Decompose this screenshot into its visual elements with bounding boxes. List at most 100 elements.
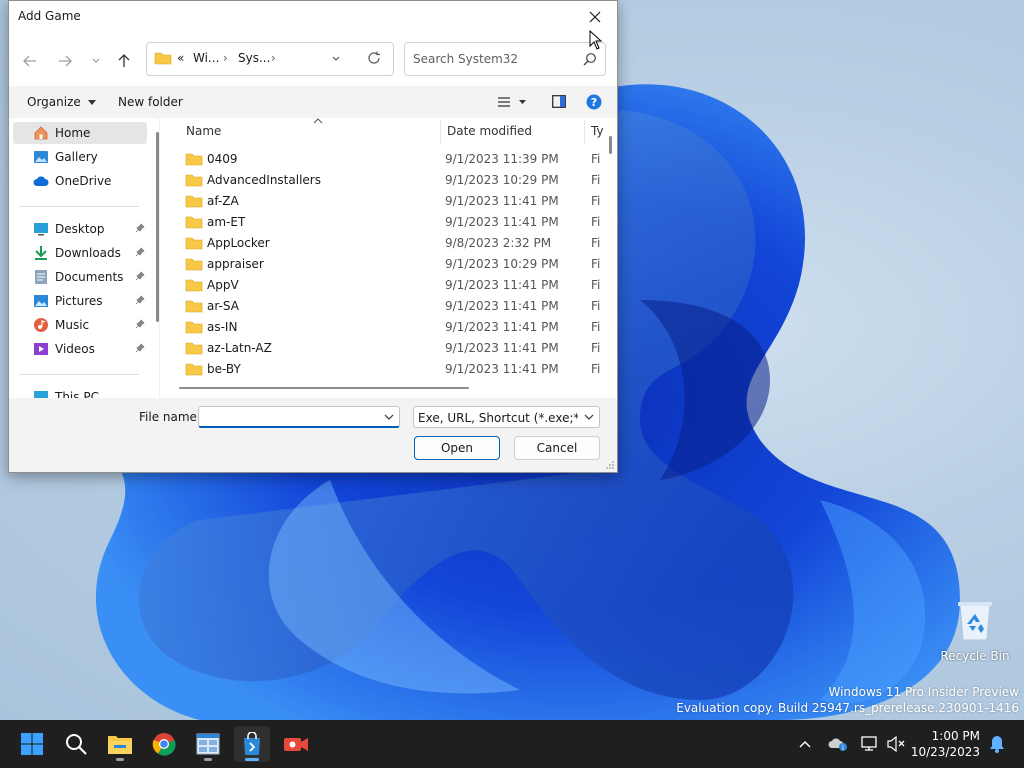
column-header-date-modified[interactable]: Date modified xyxy=(447,124,532,138)
taskbar-chrome[interactable] xyxy=(146,726,182,762)
close-icon xyxy=(589,11,601,22)
pin-icon[interactable] xyxy=(135,343,145,353)
address-overflow[interactable]: « xyxy=(177,51,184,65)
address-history-chevron-icon[interactable] xyxy=(331,54,341,64)
start-button[interactable] xyxy=(14,726,50,762)
cancel-button[interactable]: Cancel xyxy=(514,436,600,460)
recycle-bin-shortcut[interactable]: Recycle Bin xyxy=(938,596,1012,663)
pin-icon[interactable] xyxy=(135,295,145,305)
pin-icon[interactable] xyxy=(135,247,145,257)
pin-icon[interactable] xyxy=(135,223,145,233)
nav-label-videos: Videos xyxy=(55,342,95,356)
file-row[interactable]: az-Latn-AZ 9/1/2023 11:41 PM Fi xyxy=(183,338,603,359)
help-icon[interactable]: ? xyxy=(586,94,602,110)
resize-grip-icon[interactable] xyxy=(605,460,615,470)
taskbar-game-store[interactable] xyxy=(234,726,270,762)
file-list-scrollbar[interactable] xyxy=(609,136,612,154)
horizontal-scrollbar[interactable] xyxy=(179,387,469,389)
file-name-label: File name: xyxy=(139,410,201,424)
nav-item-downloads[interactable]: Downloads xyxy=(13,242,147,264)
view-options-icon[interactable] xyxy=(497,96,527,108)
preview-pane-icon[interactable] xyxy=(552,95,566,108)
open-button[interactable]: Open xyxy=(414,436,500,460)
nav-item-pictures[interactable]: Pictures xyxy=(13,290,147,312)
file-row[interactable]: AdvancedInstallers 9/1/2023 10:29 PM Fi xyxy=(183,170,603,191)
command-bar: Organize New folder ? xyxy=(9,86,617,118)
nav-item-desktop[interactable]: Desktop xyxy=(13,218,147,240)
breadcrumb-separator-end[interactable]: › xyxy=(271,51,276,65)
column-header-name[interactable]: Name xyxy=(186,124,221,138)
nav-separator xyxy=(19,374,139,375)
dialog-body: Home Gallery OneDrive Desktop Downloads xyxy=(9,118,617,398)
app-window-icon xyxy=(196,733,220,755)
onedrive-icon xyxy=(33,173,49,189)
file-row[interactable]: appraiser 9/1/2023 10:29 PM Fi xyxy=(183,254,603,275)
file-name: 0409 xyxy=(207,152,238,166)
refresh-icon[interactable] xyxy=(367,51,381,65)
tray-onedrive[interactable]: i xyxy=(826,720,850,768)
file-row[interactable]: af-ZA 9/1/2023 11:41 PM Fi xyxy=(183,191,603,212)
sort-ascending-icon xyxy=(313,118,323,124)
nav-item-home[interactable]: Home xyxy=(13,122,147,144)
folder-icon xyxy=(185,363,203,376)
tray-volume[interactable] xyxy=(884,720,908,768)
nav-separator xyxy=(19,206,139,207)
address-segment-system32[interactable]: Sys... xyxy=(238,51,270,65)
folder-icon xyxy=(185,153,203,166)
forward-button[interactable] xyxy=(54,50,76,72)
recent-locations-button[interactable] xyxy=(85,50,107,72)
music-icon xyxy=(33,317,49,333)
taskbar-file-explorer[interactable] xyxy=(102,726,138,762)
file-row[interactable]: 0409 9/1/2023 11:39 PM Fi xyxy=(183,149,603,170)
nav-item-onedrive[interactable]: OneDrive xyxy=(13,170,147,192)
nav-item-music[interactable]: Music xyxy=(13,314,147,336)
file-row[interactable]: be-BY 9/1/2023 11:41 PM Fi xyxy=(183,359,603,380)
nav-item-videos[interactable]: Videos xyxy=(13,338,147,360)
dialog-footer: File name: Exe, URL, Shortcut (*.exe;*.u… xyxy=(9,398,617,472)
file-row[interactable]: AppV 9/1/2023 11:41 PM Fi xyxy=(183,275,603,296)
file-row[interactable]: ar-SA 9/1/2023 11:41 PM Fi xyxy=(183,296,603,317)
dialog-titlebar[interactable]: Add Game xyxy=(9,1,617,32)
new-folder-button[interactable]: New folder xyxy=(118,95,183,109)
pin-icon[interactable] xyxy=(135,319,145,329)
column-divider[interactable] xyxy=(440,120,441,144)
show-hidden-icons-button[interactable] xyxy=(794,720,816,768)
file-type: Fi xyxy=(591,320,601,334)
nav-item-gallery[interactable]: Gallery xyxy=(13,146,147,168)
nav-label-home: Home xyxy=(55,126,91,140)
file-row[interactable]: am-ET 9/1/2023 11:41 PM Fi xyxy=(183,212,603,233)
search-box[interactable]: Search System32 xyxy=(404,42,606,76)
file-name-input[interactable] xyxy=(198,406,400,428)
file-row[interactable]: AppLocker 9/8/2023 2:32 PM Fi xyxy=(183,233,603,254)
notifications-button[interactable] xyxy=(984,720,1010,768)
folder-icon xyxy=(185,300,203,313)
up-button[interactable] xyxy=(113,50,135,72)
file-type: Fi xyxy=(591,152,601,166)
nav-item-documents[interactable]: Documents xyxy=(13,266,147,288)
back-button[interactable] xyxy=(19,50,41,72)
organize-menu[interactable]: Organize xyxy=(27,95,96,109)
chevron-down-icon[interactable] xyxy=(384,413,394,421)
nav-item-this-pc[interactable]: This PC xyxy=(13,386,147,398)
column-header-type[interactable]: Ty xyxy=(591,124,604,138)
nav-pane-scrollbar[interactable] xyxy=(156,132,159,322)
taskbar-camera-app[interactable] xyxy=(278,726,314,762)
taskbar-app-window[interactable] xyxy=(190,726,226,762)
file-date-modified: 9/1/2023 11:41 PM xyxy=(445,194,559,208)
tray-network[interactable] xyxy=(858,720,882,768)
chevron-down-icon xyxy=(92,58,100,63)
file-row[interactable]: as-IN 9/1/2023 11:41 PM Fi xyxy=(183,317,603,338)
address-bar[interactable]: « Wi... › Sys... › xyxy=(146,42,394,76)
file-type: Fi xyxy=(591,173,601,187)
column-divider[interactable] xyxy=(584,120,585,144)
file-type-filter[interactable]: Exe, URL, Shortcut (*.exe;*.url;*. xyxy=(413,406,600,428)
chevron-up-icon xyxy=(799,741,811,748)
pin-icon[interactable] xyxy=(135,271,145,281)
taskbar-search-button[interactable] xyxy=(58,726,94,762)
taskbar-clock[interactable]: 1:00 PM 10/23/2023 xyxy=(911,728,980,760)
file-type: Fi xyxy=(591,341,601,355)
organize-label: Organize xyxy=(27,95,81,109)
close-button[interactable] xyxy=(573,1,617,32)
address-segment-windows[interactable]: Wi... xyxy=(193,51,219,65)
desktop-icon xyxy=(33,221,49,237)
